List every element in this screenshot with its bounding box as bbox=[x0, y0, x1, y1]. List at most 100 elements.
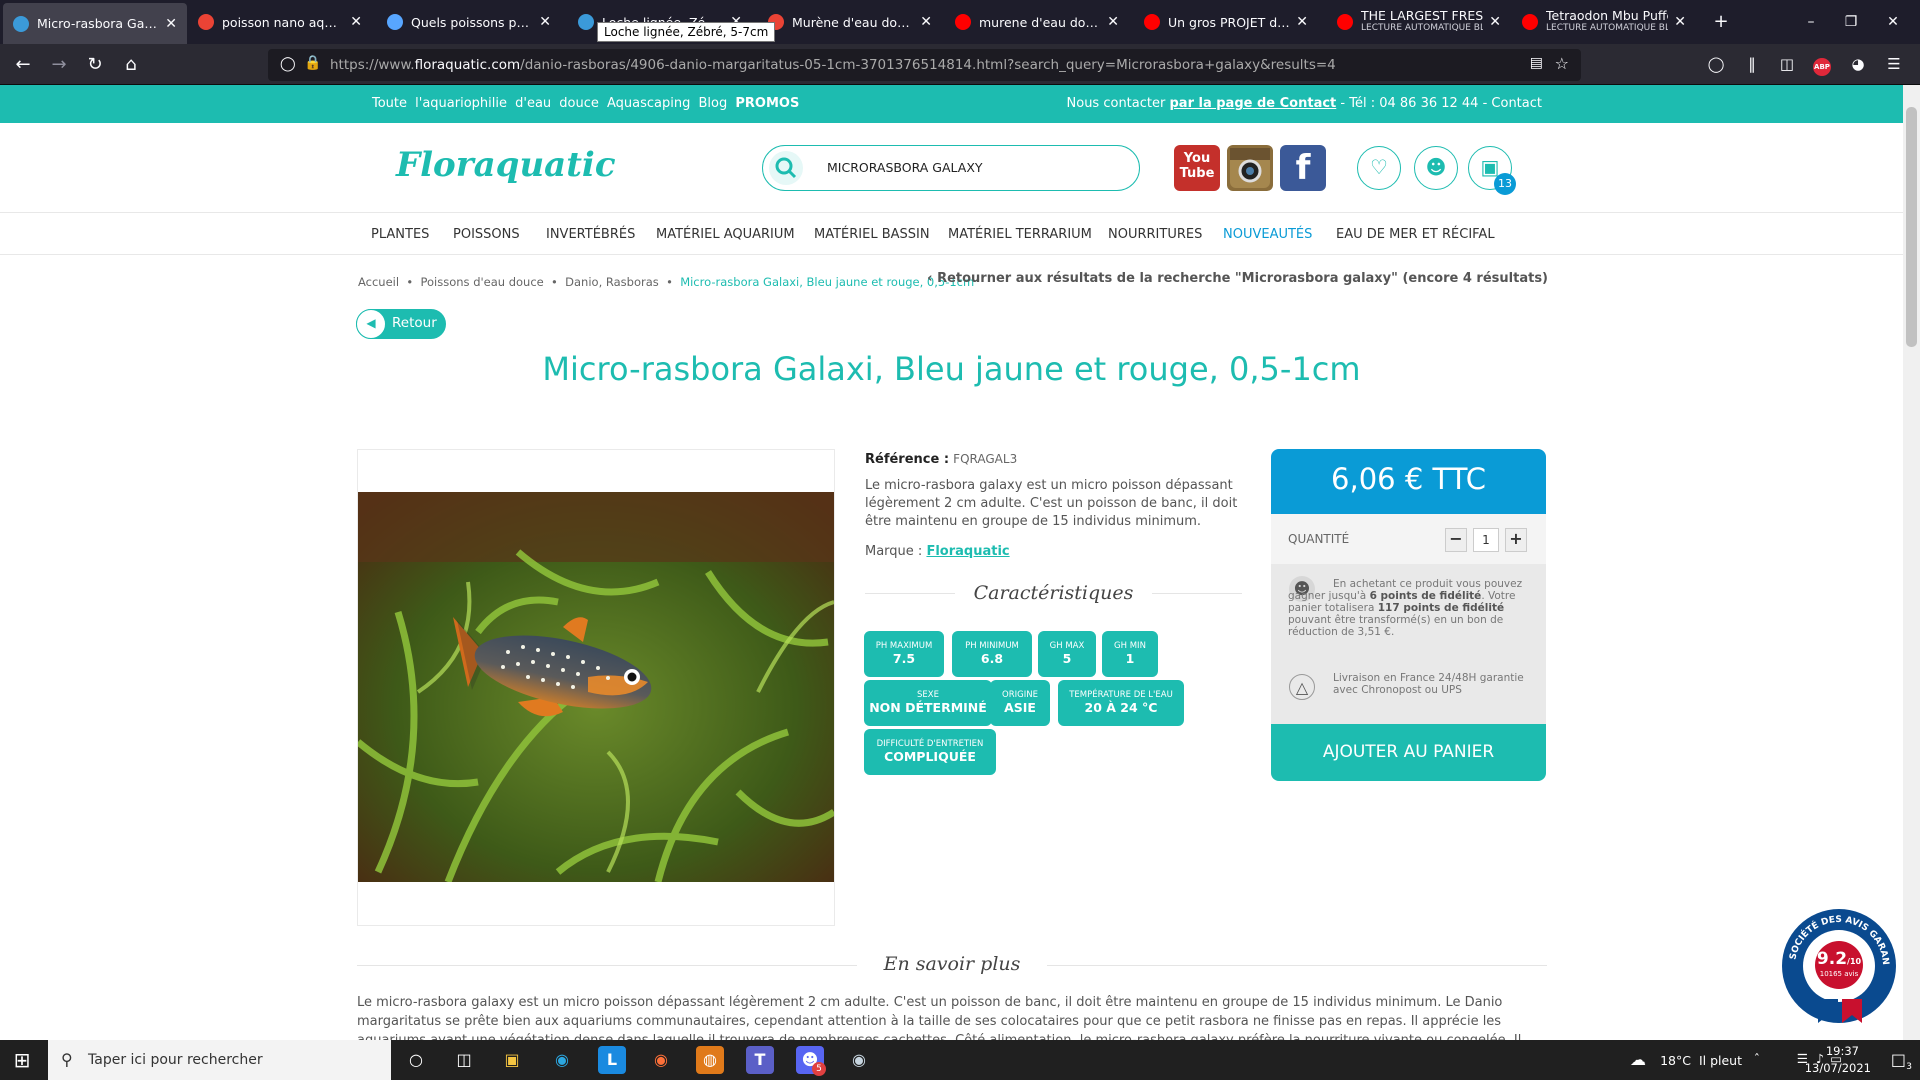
menu-item[interactable]: Matériel terrarium bbox=[948, 227, 1092, 242]
tab-close-icon[interactable]: ✕ bbox=[1674, 14, 1686, 30]
brand-label: Marque : bbox=[865, 544, 923, 559]
shipping-text: Livraison en France 24/48H garantie avec… bbox=[1333, 672, 1524, 696]
back-to-results-link[interactable]: ‹ Retourner aux résultats de la recherch… bbox=[927, 271, 1548, 286]
weather-icon[interactable]: ☁ bbox=[1630, 1050, 1646, 1069]
tab-close-icon[interactable]: ✕ bbox=[1296, 14, 1308, 30]
search-icon[interactable] bbox=[767, 149, 805, 187]
browser-tab[interactable]: THE LARGEST FRESHWATLECTURE AUTOMATIQUE … bbox=[1327, 0, 1511, 44]
scrollbar-thumb[interactable] bbox=[1906, 107, 1917, 347]
library-icon[interactable]: ‖ bbox=[1740, 52, 1764, 76]
product-photo[interactable] bbox=[355, 492, 836, 884]
sidebar-icon[interactable]: ◫ bbox=[1775, 52, 1799, 76]
tab-subtitle: LECTURE AUTOMATIQUE BLOQU bbox=[1546, 23, 1668, 33]
tab-close-icon[interactable]: ✕ bbox=[1107, 14, 1119, 30]
search-input[interactable]: MICRORASBORA GALAXY bbox=[827, 160, 983, 175]
browser-tab[interactable]: Quels poissons pour un n ✕ bbox=[377, 0, 561, 44]
tab-favicon-icon bbox=[13, 15, 29, 32]
menu-item[interactable]: Poissons bbox=[453, 227, 520, 242]
pocket-icon[interactable]: ◯ bbox=[1704, 52, 1728, 76]
windows-start-icon[interactable]: ⊞ bbox=[8, 1046, 36, 1074]
lexique-app-icon[interactable]: L bbox=[598, 1046, 626, 1074]
menu-icon[interactable]: ☰ bbox=[1882, 52, 1906, 76]
wishlist-icon[interactable]: ♡ bbox=[1357, 146, 1401, 190]
weather-text[interactable]: 18°C Il pleut bbox=[1660, 1053, 1742, 1068]
windows-taskbar: ⊞ ⚲ Taper ici pour rechercher ○ ◫ ▣ ◉ L … bbox=[0, 1040, 1920, 1080]
minimize-button[interactable]: – bbox=[1798, 9, 1824, 35]
site-logo[interactable]: Floraquatic bbox=[396, 145, 616, 185]
reader-view-icon[interactable]: ▤ bbox=[1530, 55, 1543, 71]
back-button[interactable]: ◀ Retour bbox=[356, 309, 446, 339]
tab-close-icon[interactable]: ✕ bbox=[350, 14, 362, 30]
firefox-icon[interactable]: ◉ bbox=[647, 1046, 675, 1074]
task-view-icon[interactable]: ◫ bbox=[450, 1046, 478, 1074]
home-icon[interactable]: ⌂ bbox=[118, 52, 144, 78]
quantity-increase-button[interactable]: + bbox=[1505, 528, 1527, 552]
instagram-icon[interactable] bbox=[1227, 145, 1273, 191]
cortana-icon[interactable]: ○ bbox=[402, 1046, 430, 1074]
clock-time[interactable]: 19:37 bbox=[1826, 1044, 1859, 1058]
menu-item[interactable]: Matériel bassin bbox=[814, 227, 930, 242]
tab-close-icon[interactable]: ✕ bbox=[1489, 14, 1501, 30]
chevron-up-icon[interactable]: ˆ bbox=[1754, 1051, 1760, 1066]
bookmark-star-icon[interactable]: ☆ bbox=[1555, 54, 1569, 73]
menu-item[interactable]: Matériel aquarium bbox=[656, 227, 795, 242]
menu-item[interactable]: Invertébrés bbox=[546, 227, 635, 242]
tab-close-icon[interactable]: ✕ bbox=[920, 14, 932, 30]
page-scrollbar[interactable] bbox=[1903, 85, 1920, 1040]
shield-icon[interactable]: ◯ bbox=[280, 56, 296, 72]
characteristic-value: Non déterminé bbox=[869, 700, 987, 715]
tab-title: Murène d'eau douce - Re bbox=[792, 14, 914, 30]
steam-icon[interactable]: ◉ bbox=[845, 1046, 873, 1074]
menu-item[interactable]: Eau de mer et récifal bbox=[1336, 227, 1495, 242]
add-to-cart-button[interactable]: Ajouter au panier bbox=[1271, 724, 1546, 781]
keepass-icon[interactable]: ◍ bbox=[696, 1046, 724, 1074]
clock-date[interactable]: 13/07/2021 bbox=[1805, 1061, 1871, 1075]
search-bar[interactable]: MICRORASBORA GALAXY bbox=[762, 145, 1140, 191]
characteristic-value: 20 à 24 °C bbox=[1084, 700, 1158, 715]
youtube-icon[interactable]: You Tube bbox=[1174, 145, 1220, 191]
menu-item[interactable]: Plantes bbox=[371, 227, 429, 242]
lock-icon[interactable]: 🔒 bbox=[304, 55, 321, 71]
notification-icon[interactable]: □ bbox=[1891, 1050, 1906, 1069]
url-bar[interactable]: ◯ 🔒 https://www.floraquatic.com/danio-ra… bbox=[268, 49, 1581, 81]
menu-item[interactable]: Nourritures bbox=[1108, 227, 1202, 242]
browser-tab[interactable]: Micro-rasbora Galaxi, Ble ✕ bbox=[3, 3, 187, 44]
tab-close-icon[interactable]: ✕ bbox=[165, 16, 177, 32]
maximize-button[interactable]: ❐ bbox=[1838, 9, 1864, 35]
new-tab-button[interactable]: + bbox=[1708, 9, 1734, 35]
main-menu: Plantes Poissons Invertébrés Matériel aquar… bbox=[0, 213, 1903, 255]
quantity-decrease-button[interactable]: − bbox=[1445, 528, 1467, 552]
quantity-input[interactable]: 1 bbox=[1473, 528, 1499, 552]
top-links[interactable]: Toute l'aquariophilie d'eau douce Aquasc… bbox=[372, 96, 799, 111]
edge-icon[interactable]: ◉ bbox=[548, 1046, 576, 1074]
back-arrow-icon[interactable]: ← bbox=[10, 52, 36, 78]
tab-favicon-icon bbox=[578, 14, 594, 30]
adblock-icon[interactable]: ABP bbox=[1810, 52, 1834, 76]
brand-link[interactable]: Floraquatic bbox=[926, 544, 1009, 559]
account-user-icon[interactable]: ☻ bbox=[1414, 146, 1458, 190]
contact-info[interactable]: Nous contacter par la page de Contact - … bbox=[1067, 96, 1542, 111]
reviews-badge[interactable]: SOCIÉTÉ DES AVIS GARANTIS 9.2/10 10165 a… bbox=[1777, 900, 1898, 1025]
tab-favicon-icon bbox=[198, 14, 214, 30]
browser-tab[interactable]: Un gros PROJET d'aquari ✕ bbox=[1134, 0, 1318, 44]
url-text[interactable]: https://www.floraquatic.com/danio-rasbor… bbox=[330, 57, 1336, 73]
browser-tab[interactable]: Tetraodon Mbu Puffer LaLECTURE AUTOMATIQ… bbox=[1512, 0, 1696, 44]
file-explorer-icon[interactable]: ▣ bbox=[498, 1046, 526, 1074]
breadcrumb-category[interactable]: Poissons d'eau douce bbox=[420, 275, 543, 289]
browser-tab[interactable]: Murène d'eau douce - Re ✕ bbox=[758, 0, 942, 44]
close-window-button[interactable]: ✕ bbox=[1880, 9, 1906, 35]
account-icon[interactable]: ◕ bbox=[1846, 52, 1870, 76]
breadcrumb-subcategory[interactable]: Danio, Rasboras bbox=[565, 275, 659, 289]
browser-tab[interactable]: poisson nano aquarium ✕ bbox=[188, 0, 372, 44]
tab-close-icon[interactable]: ✕ bbox=[539, 14, 551, 30]
menu-item[interactable]: Nouveautés bbox=[1223, 227, 1312, 242]
reload-icon[interactable]: ↻ bbox=[82, 52, 108, 78]
forward-arrow-icon[interactable]: → bbox=[46, 52, 72, 78]
browser-tab[interactable]: murene d'eau douce et n ✕ bbox=[945, 0, 1129, 44]
product-image-box[interactable] bbox=[355, 449, 836, 926]
taskbar-search[interactable]: ⚲ Taper ici pour rechercher bbox=[48, 1040, 391, 1080]
breadcrumb-home[interactable]: Accueil bbox=[358, 275, 399, 289]
teams-icon[interactable]: T bbox=[746, 1046, 774, 1074]
facebook-icon[interactable]: f bbox=[1280, 145, 1326, 191]
characteristic-chip: Difficulté d'entretien Compliquée bbox=[864, 729, 996, 775]
